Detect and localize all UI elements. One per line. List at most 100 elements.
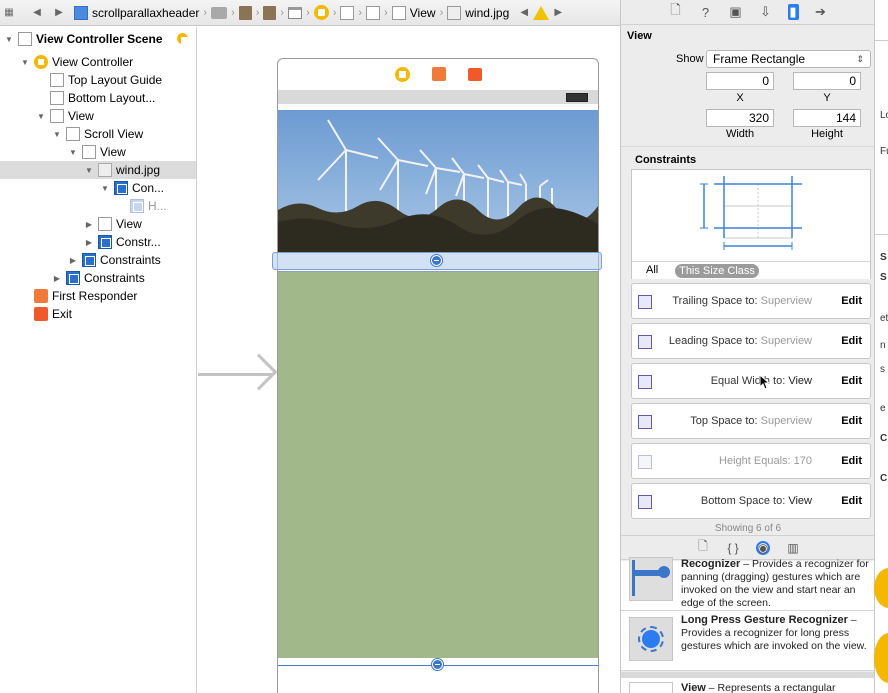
file-template-library-icon[interactable]: 🗋 — [696, 539, 710, 555]
outline-item-scroll-constraints[interactable]: ▶ Constraints — [0, 251, 196, 269]
width-field[interactable]: 320 — [706, 109, 774, 127]
view-icon[interactable] — [340, 5, 355, 20]
outline-item-scroll-view[interactable]: ▼ Scroll View — [0, 125, 196, 143]
height-constraint-icon — [130, 199, 144, 213]
connections-inspector-icon[interactable]: ➔ — [813, 4, 829, 20]
outline-item-image-constraints[interactable]: ▼ Con... — [0, 179, 196, 197]
constraint-row-equal-width[interactable]: Equal Width to: View Edit — [631, 363, 871, 399]
related-items-grid-icon[interactable]: ▦ — [0, 7, 18, 18]
disclosure-triangle-icon[interactable]: ▼ — [20, 58, 30, 67]
library-item-screen-edge-pan[interactable]: Recognizer – Provides a recognizer for p… — [621, 557, 874, 611]
outline-item-height-constraint[interactable]: ▼ H... — [0, 197, 196, 215]
view-controller-scene[interactable] — [272, 58, 602, 693]
outline-item-exit[interactable]: ▼ Exit — [0, 305, 196, 323]
outline-item-first-responder[interactable]: ▼ First Responder — [0, 287, 196, 305]
document-outline: ▼ View Controller Scene ▼ View Controlle… — [0, 27, 197, 693]
library-item-long-press[interactable]: Long Press Gesture Recognizer – Provides… — [621, 611, 874, 671]
constraint-text: Leading Space to: Superview — [669, 335, 812, 347]
issue-back-icon[interactable]: ◀ — [515, 7, 533, 18]
constraint-value: Superview — [760, 295, 812, 307]
disclosure-triangle-icon[interactable]: ▶ — [52, 274, 62, 283]
constraint-text: Top Space to: Superview — [690, 415, 812, 427]
media-library-icon[interactable]: ▥ — [786, 541, 800, 555]
edit-button[interactable]: Edit — [841, 335, 862, 347]
selected-view-frame[interactable] — [272, 252, 602, 270]
breadcrumb-project[interactable]: scrollparallaxheader — [74, 5, 199, 20]
outline-item-label: First Responder — [52, 289, 138, 303]
disclosure-triangle-icon[interactable]: ▶ — [84, 220, 94, 229]
edit-button[interactable]: Edit — [841, 455, 862, 467]
object-library-icon[interactable]: ◉ — [756, 540, 770, 555]
outline-item-view-controller[interactable]: ▼ View Controller — [0, 53, 196, 71]
back-arrow-icon[interactable]: ◀ — [28, 7, 46, 18]
scene-icon[interactable] — [288, 6, 303, 19]
storyboard-base-icon[interactable] — [263, 5, 277, 20]
constraint-row-trailing[interactable]: Trailing Space to: Superview Edit — [631, 283, 871, 319]
outline-item-view[interactable]: ▼ View — [0, 107, 196, 125]
outline-item-content-view[interactable]: ▼ View — [0, 143, 196, 161]
outline-item-scene[interactable]: ▼ View Controller Scene — [0, 30, 196, 48]
storyboard-file-icon[interactable] — [238, 5, 252, 20]
exit-icon — [34, 307, 48, 321]
attributes-inspector-icon[interactable]: ⇩ — [758, 4, 774, 20]
outline-item-label: Bottom Layout... — [68, 91, 156, 105]
outline-item-label: View — [116, 217, 142, 231]
code-snippet-library-icon[interactable]: { } — [726, 541, 740, 555]
identity-inspector-icon[interactable]: ▣ — [728, 4, 744, 20]
edit-button[interactable]: Edit — [841, 415, 862, 427]
segment-this-size-class[interactable]: This Size Class — [675, 264, 759, 278]
resize-handle[interactable] — [432, 659, 443, 670]
outline-item-top-layout-guide[interactable]: ▼ Top Layout Guide — [0, 71, 196, 89]
edge-bar — [632, 560, 635, 596]
size-inspector-icon[interactable]: ▮ — [787, 4, 799, 20]
constraint-row-bottom-space[interactable]: Bottom Space to: View Edit — [631, 483, 871, 519]
resize-handle[interactable] — [431, 255, 442, 266]
outline-item-view-constraints[interactable]: ▶ Constraints — [0, 269, 196, 287]
issue-forward-icon[interactable]: ▶ — [549, 7, 567, 18]
library-item-title: View — [681, 682, 706, 693]
edit-button[interactable]: Edit — [841, 375, 862, 387]
forward-arrow-icon[interactable]: ▶ — [50, 7, 68, 18]
disclosure-triangle-icon[interactable]: ▼ — [100, 184, 110, 193]
outline-item-content-constraints[interactable]: ▶ Constr... — [0, 233, 196, 251]
constraint-row-top-space[interactable]: Top Space to: Superview Edit — [631, 403, 871, 439]
constraint-row-leading[interactable]: Leading Space to: Superview Edit — [631, 323, 871, 359]
disclosure-triangle-icon[interactable]: ▼ — [36, 112, 46, 121]
edit-button[interactable]: Edit — [841, 295, 862, 307]
breadcrumb-view[interactable]: View — [391, 5, 436, 20]
constraint-row-height[interactable]: Height Equals: 170 Edit — [631, 443, 871, 479]
warning-icon[interactable] — [533, 5, 550, 20]
folder-icon[interactable] — [211, 6, 228, 19]
content-view[interactable] — [278, 271, 598, 658]
edit-button[interactable]: Edit — [841, 495, 862, 507]
breadcrumb-image[interactable]: wind.jpg — [447, 5, 509, 20]
library-item-view[interactable]: View – Represents a rectangular — [621, 672, 874, 693]
constraints-icon — [66, 271, 80, 285]
show-select[interactable]: Frame Rectangle ⇕ — [706, 50, 871, 68]
breadcrumb-chevron-icon: › — [231, 6, 235, 19]
constraint-key: Trailing Space to: — [672, 295, 758, 307]
x-field[interactable]: 0 — [706, 72, 774, 90]
disclosure-triangle-icon[interactable]: ▼ — [52, 130, 62, 139]
disclosure-triangle-icon[interactable]: ▼ — [84, 166, 94, 175]
disclosure-triangle-icon[interactable]: ▶ — [68, 256, 78, 265]
outline-item-wind-jpg[interactable]: ▼ wind.jpg — [0, 161, 196, 179]
y-field[interactable]: 0 — [793, 72, 861, 90]
disclosure-triangle-icon[interactable]: ▼ — [68, 148, 78, 157]
scroll-view-icon[interactable] — [366, 5, 381, 20]
view-controller-icon[interactable] — [313, 5, 329, 20]
segment-all[interactable]: All — [646, 264, 658, 276]
outline-item-inner-view[interactable]: ▶ View — [0, 215, 196, 233]
first-responder-icon[interactable] — [431, 67, 446, 81]
quick-help-icon[interactable]: ? — [698, 4, 714, 20]
exit-icon[interactable] — [467, 67, 482, 81]
wind-image-view[interactable] — [278, 110, 598, 252]
divider — [875, 234, 888, 235]
view-controller-icon[interactable] — [394, 66, 410, 82]
storyboard-canvas[interactable] — [198, 27, 620, 693]
outline-item-bottom-layout-guide[interactable]: ▼ Bottom Layout... — [0, 89, 196, 107]
disclosure-triangle-icon[interactable]: ▼ — [4, 35, 14, 44]
file-inspector-icon[interactable]: 🗋 — [668, 2, 684, 20]
disclosure-triangle-icon[interactable]: ▶ — [84, 238, 94, 247]
height-field[interactable]: 144 — [793, 109, 861, 127]
